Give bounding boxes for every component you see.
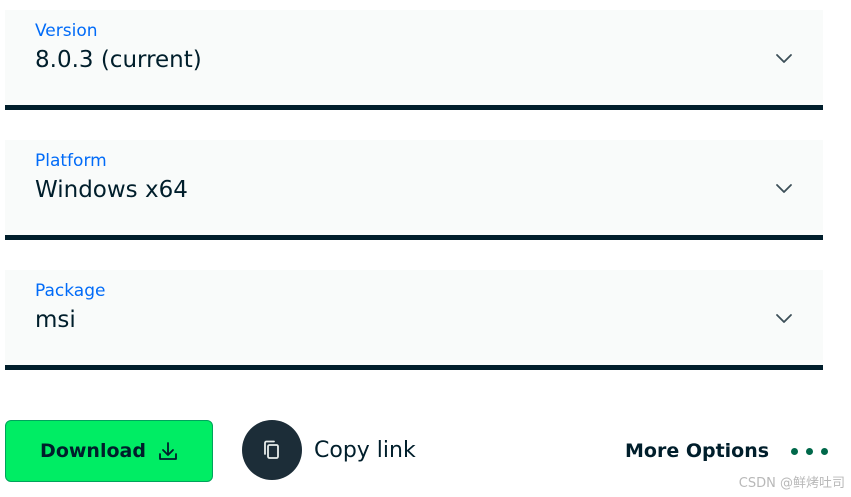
copy-icon-button[interactable] bbox=[242, 420, 302, 480]
download-button[interactable]: Download bbox=[5, 420, 213, 482]
copy-link-button[interactable]: Copy link bbox=[242, 420, 416, 480]
copy-link-label: Copy link bbox=[314, 437, 416, 463]
download-button-label: Download bbox=[40, 440, 146, 462]
chevron-down-icon bbox=[776, 184, 792, 193]
watermark: CSDN @鲜烤吐司 bbox=[738, 476, 845, 491]
ellipsis-dot bbox=[791, 447, 799, 455]
package-label: Package bbox=[35, 281, 106, 301]
package-value: msi bbox=[35, 307, 76, 333]
download-options-panel: Version 8.0.3 (current) Platform Windows… bbox=[0, 0, 851, 497]
more-options-label: More Options bbox=[625, 440, 770, 462]
copy-icon bbox=[264, 440, 279, 459]
download-icon bbox=[159, 442, 177, 460]
ellipsis-icon bbox=[791, 447, 829, 455]
chevron-down-icon bbox=[776, 54, 792, 63]
platform-value: Windows x64 bbox=[35, 177, 188, 203]
chevron-down-icon bbox=[776, 314, 792, 323]
ellipsis-dot bbox=[806, 447, 814, 455]
more-options-button[interactable]: More Options bbox=[625, 437, 829, 465]
ellipsis-dot bbox=[821, 447, 829, 455]
platform-select[interactable]: Platform Windows x64 bbox=[5, 140, 823, 240]
version-select[interactable]: Version 8.0.3 (current) bbox=[5, 10, 823, 110]
version-value: 8.0.3 (current) bbox=[35, 47, 202, 73]
package-select[interactable]: Package msi bbox=[5, 270, 823, 370]
platform-label: Platform bbox=[35, 151, 107, 171]
version-label: Version bbox=[35, 21, 98, 41]
